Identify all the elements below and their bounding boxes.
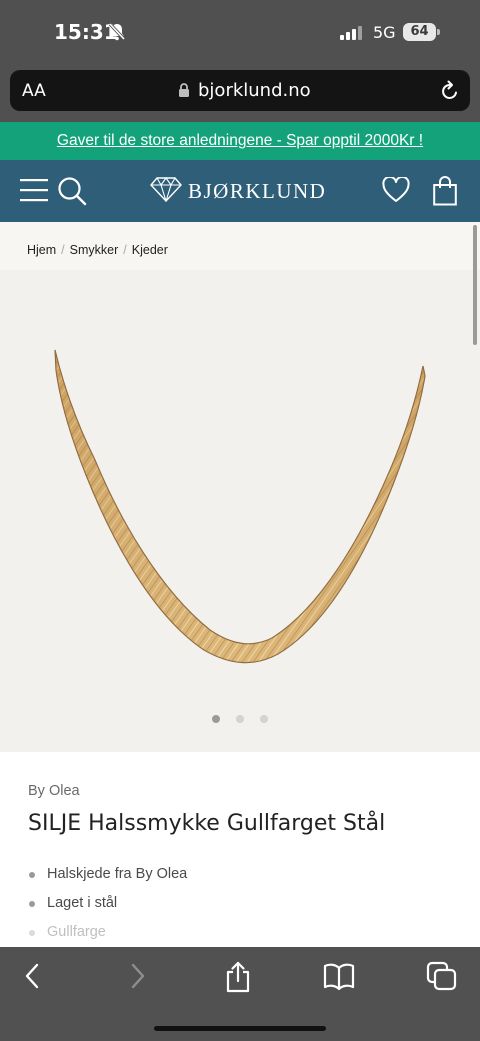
battery-tip: [437, 29, 440, 35]
battery-icon: 64: [403, 23, 436, 41]
forward-chevron-icon[interactable]: [126, 961, 148, 996]
breadcrumb-separator: /: [123, 243, 127, 257]
url-text[interactable]: bjorklund.no: [198, 80, 311, 101]
necklace-product-image: [54, 349, 426, 664]
network-type: 5G: [373, 23, 396, 42]
feature-item: Gullfarge: [28, 918, 187, 947]
logo-text: BJØRKLUND: [188, 179, 327, 203]
gallery-dot-2[interactable]: [236, 715, 244, 723]
product-info: By Olea SILJE Halssmykke Gullfarget Stål…: [0, 752, 480, 952]
product-image-gallery[interactable]: [0, 270, 480, 752]
breadcrumb-link-chains[interactable]: Kjeder: [132, 243, 168, 257]
breadcrumb-separator: /: [61, 243, 65, 257]
breadcrumb: Hjem / Smykker / Kjeder: [0, 222, 480, 270]
share-icon[interactable]: [224, 961, 252, 998]
page-scrollbar[interactable]: [473, 225, 477, 345]
wishlist-heart-icon[interactable]: [382, 175, 410, 208]
browser-toolbar: [0, 947, 480, 1041]
feature-item: Laget i stål: [28, 889, 187, 918]
site-logo[interactable]: BJØRKLUND: [150, 176, 326, 207]
status-bar: 15:31 5G 64: [0, 0, 480, 66]
gallery-dot-1[interactable]: [212, 715, 220, 723]
promo-link[interactable]: Gaver til de store anledningene - Spar o…: [57, 132, 423, 149]
product-title: SILJE Halssmykke Gullfarget Stål: [28, 811, 386, 836]
breadcrumb-link-jewelry[interactable]: Smykker: [70, 243, 119, 257]
diamond-logo-icon: [150, 176, 182, 207]
text-size-button[interactable]: AA: [22, 81, 46, 101]
lock-icon: [178, 82, 190, 103]
tabs-overview-icon[interactable]: [426, 961, 458, 996]
product-brand[interactable]: By Olea: [28, 783, 80, 799]
back-chevron-icon[interactable]: [22, 961, 44, 996]
product-feature-list: Halskjede fra By Olea Laget i stål Gullf…: [28, 860, 187, 947]
promo-banner[interactable]: Gaver til de store anledningene - Spar o…: [0, 122, 480, 160]
bookmarks-book-icon[interactable]: [323, 961, 355, 996]
feature-item: Halskjede fra By Olea: [28, 860, 187, 889]
search-icon[interactable]: [57, 176, 87, 211]
silent-bell-icon: [108, 22, 126, 47]
cellular-signal-icon: [340, 26, 362, 45]
site-header: BJØRKLUND: [0, 160, 480, 222]
reload-icon[interactable]: [440, 80, 460, 107]
shopping-bag-icon[interactable]: [433, 176, 457, 211]
hamburger-menu-icon[interactable]: [20, 177, 48, 208]
gallery-dot-3[interactable]: [260, 715, 268, 723]
breadcrumb-link-home[interactable]: Hjem: [27, 243, 56, 257]
gallery-pagination: [212, 715, 268, 723]
browser-chrome: AA bjorklund.no: [0, 66, 480, 122]
home-indicator: [154, 1026, 326, 1031]
address-bar[interactable]: AA bjorklund.no: [10, 70, 470, 111]
